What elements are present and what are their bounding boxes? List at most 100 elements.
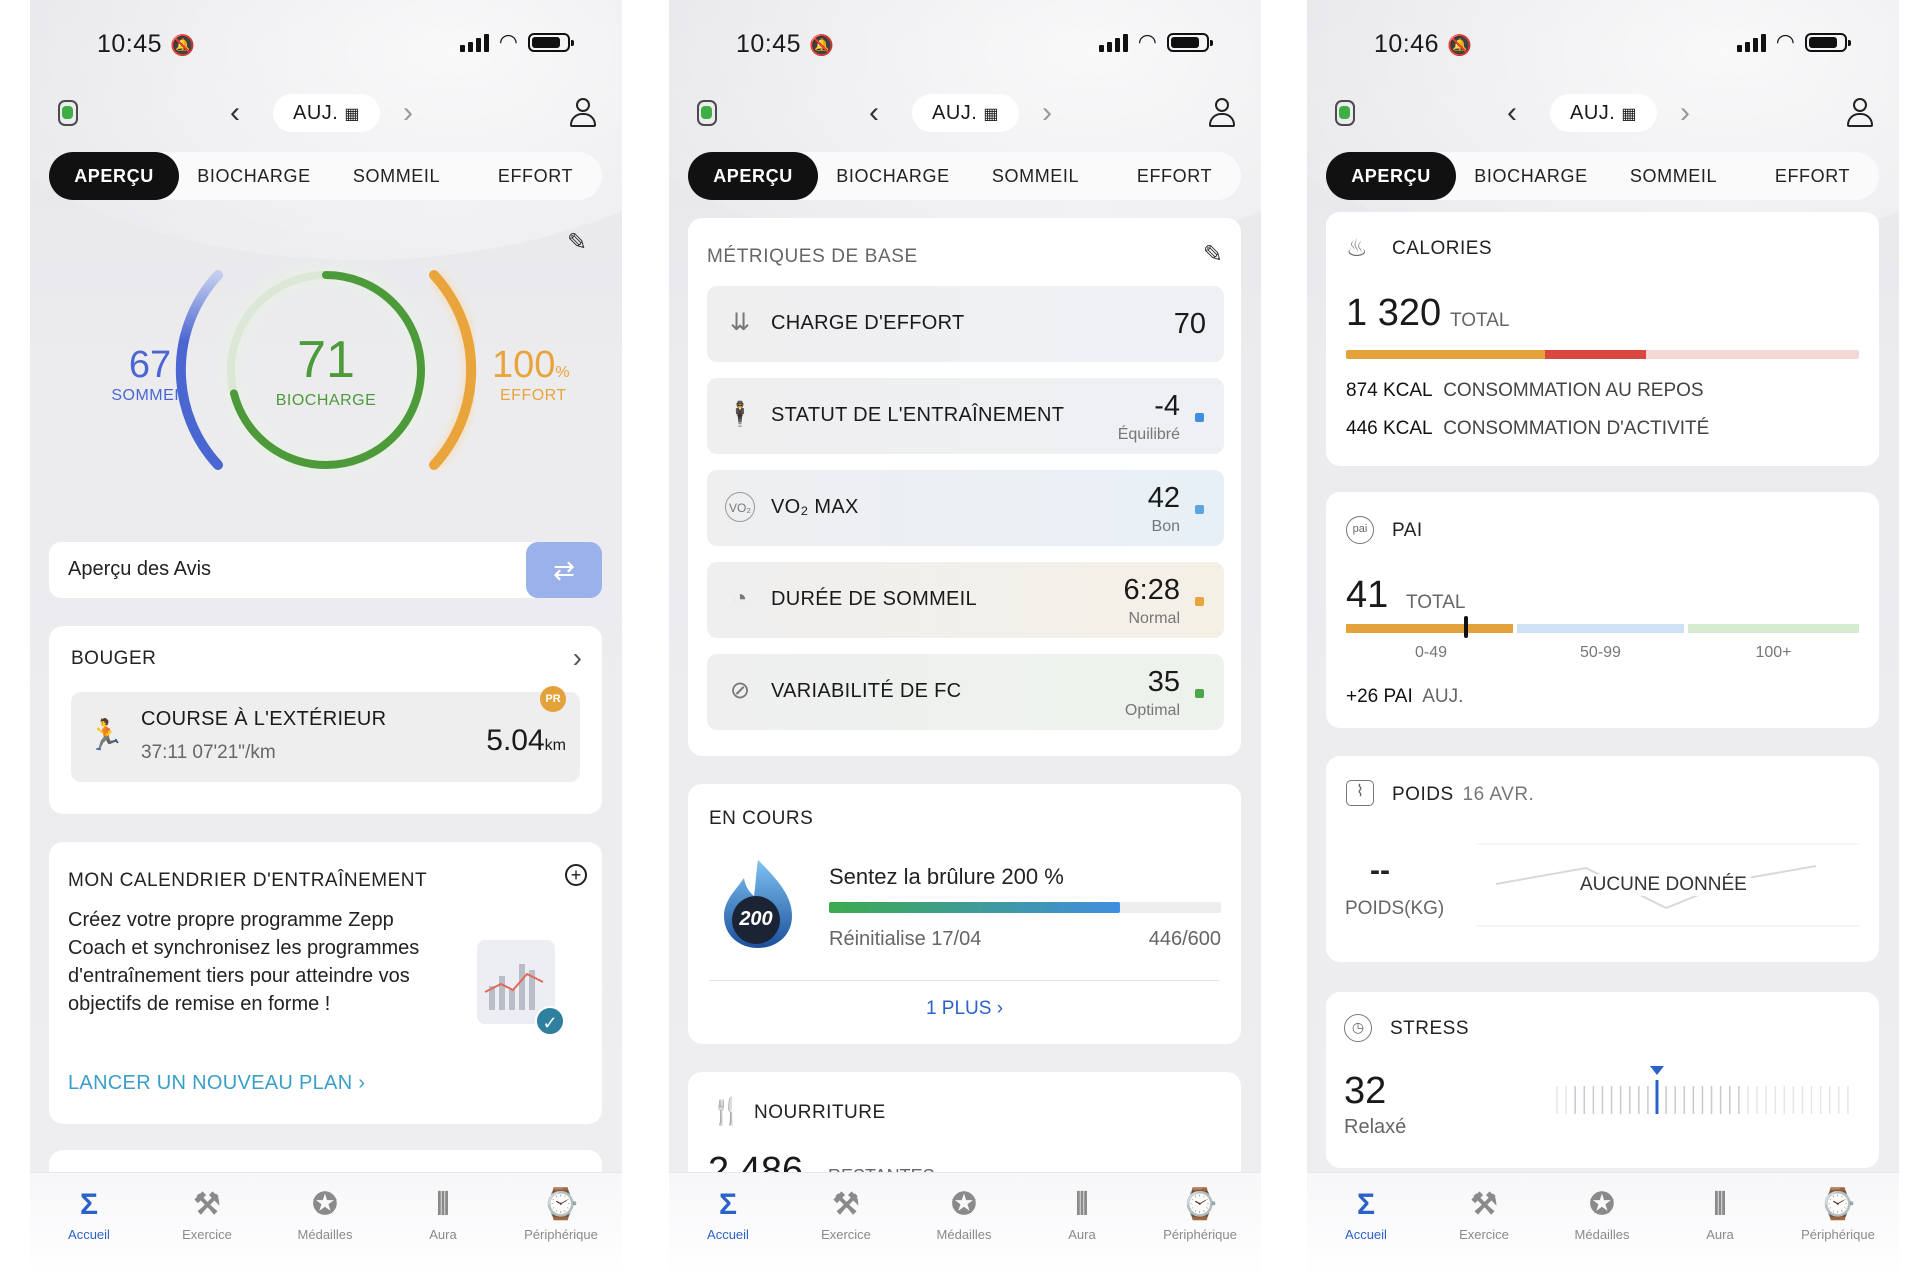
metric-hrv[interactable]: ⊘ VARIABILITÉ DE FC 35 Optimal: [707, 654, 1224, 730]
watch-icon[interactable]: [697, 100, 717, 126]
sleep-label: SOMMEIL: [111, 387, 189, 404]
previous-day-button[interactable]: ‹: [1507, 96, 1517, 130]
date-picker[interactable]: AUJ. ▦: [273, 94, 380, 132]
nav-aura[interactable]: ⦀ Aura: [1670, 1185, 1770, 1242]
swap-icon[interactable]: ⇄: [526, 542, 602, 598]
tab-apercu[interactable]: APERÇU: [688, 152, 818, 200]
edit-pencil-icon[interactable]: ✎: [1203, 240, 1223, 269]
date-picker[interactable]: AUJ. ▦: [912, 94, 1019, 132]
metric-status: Normal: [1128, 610, 1180, 627]
next-day-button[interactable]: ›: [1680, 96, 1690, 130]
status-bar: 10:45 🔕 ◠: [30, 26, 622, 62]
watch-icon[interactable]: [58, 100, 78, 126]
person-icon: 🕴: [725, 401, 755, 428]
nav-medailles[interactable]: ✪ Médailles: [275, 1185, 375, 1242]
sigma-icon: Σ: [718, 1188, 737, 1221]
bottom-nav: Σ Accueil ⚒ Exercice ✪ Médailles ⦀ Aura ⌚ Pér…: [30, 1172, 622, 1280]
nav-accueil[interactable]: Σ Accueil: [1316, 1185, 1416, 1242]
signal-icon: [1736, 32, 1766, 52]
nav-aura[interactable]: ⦀ Aura: [393, 1185, 493, 1242]
nav-exercice[interactable]: ⚒ Exercice: [796, 1185, 896, 1242]
previous-day-button[interactable]: ‹: [230, 96, 240, 130]
tab-effort[interactable]: EFFORT: [469, 152, 602, 200]
metric-status: Bon: [1151, 518, 1180, 535]
metric-training-status[interactable]: 🕴 STATUT DE L'ENTRAÎNEMENT -4 Équilibré: [707, 378, 1224, 454]
new-plan-link[interactable]: LANCER UN NOUVEAU PLAN ›: [68, 1072, 365, 1095]
effort-label: EFFORT: [500, 387, 567, 404]
weight-card[interactable]: ⌇ POIDS 16 AVR. -- POIDS(KG) AUCUNE DONN…: [1326, 756, 1879, 962]
metric-status: Optimal: [1124, 702, 1180, 719]
tab-sommeil[interactable]: SOMMEIL: [329, 152, 464, 200]
pai-bar-mid: [1517, 624, 1684, 633]
metric-training-load[interactable]: ⇊ CHARGE D'EFFORT 70: [707, 286, 1224, 362]
tab-effort[interactable]: EFFORT: [1746, 152, 1879, 200]
status-dot: [1195, 505, 1204, 514]
profile-icon[interactable]: [568, 98, 598, 128]
tab-apercu[interactable]: APERÇU: [49, 152, 179, 200]
pai-title: PAI: [1392, 520, 1423, 541]
calories-total: 1 320: [1346, 292, 1442, 334]
tab-effort[interactable]: EFFORT: [1108, 152, 1241, 200]
pai-icon: pai: [1346, 516, 1374, 544]
stress-gauge-icon: ◷: [1344, 1014, 1372, 1042]
nav-medailles[interactable]: ✪ Médailles: [1552, 1185, 1652, 1242]
more-link[interactable]: 1 PLUS ›: [688, 998, 1241, 1020]
tab-biocharge[interactable]: BIOCHARGE: [184, 152, 324, 200]
add-plan-icon[interactable]: +: [565, 864, 587, 886]
pai-card[interactable]: pai PAI 41 TOTAL 0-49 50-99 100+ +26 PAI…: [1326, 492, 1879, 728]
chevron-right-icon[interactable]: ›: [573, 642, 582, 674]
bottom-nav: Σ Accueil ⚒ Exercice ✪ Médailles ⦀ Aura ⌚ Pér…: [1307, 1172, 1899, 1280]
profile-icon[interactable]: [1845, 98, 1875, 128]
aura-icon: ⦀: [1713, 1188, 1727, 1221]
effort-score: 100: [492, 344, 556, 386]
tab-sommeil[interactable]: SOMMEIL: [1606, 152, 1741, 200]
nav-accueil[interactable]: Σ Accueil: [39, 1185, 139, 1242]
next-day-button[interactable]: ›: [403, 96, 413, 130]
chevron-right-icon: ›: [996, 998, 1004, 1019]
watch-icon[interactable]: [1335, 100, 1355, 126]
date-picker[interactable]: AUJ. ▦: [1550, 94, 1657, 132]
heart-rate-icon: ⊘: [729, 677, 751, 704]
nav-exercice[interactable]: ⚒ Exercice: [1434, 1185, 1534, 1242]
ongoing-title: EN COURS: [709, 808, 814, 829]
sleep-clock-icon: ◔: [732, 585, 748, 612]
tab-sommeil[interactable]: SOMMEIL: [968, 152, 1103, 200]
metric-name: VO₂ MAX: [771, 496, 859, 518]
calendar-icon: ▦: [1621, 106, 1638, 123]
chart-illustration-icon: ✓: [477, 940, 565, 1036]
next-day-button[interactable]: ›: [1042, 96, 1052, 130]
profile-icon[interactable]: [1207, 98, 1237, 128]
nav-medailles[interactable]: ✪ Médailles: [914, 1185, 1014, 1242]
tab-biocharge[interactable]: BIOCHARGE: [1461, 152, 1601, 200]
stress-card[interactable]: ◷ STRESS 32 Relaxé: [1326, 992, 1879, 1168]
calories-bar-rest: [1346, 350, 1545, 359]
nav-peripherique[interactable]: ⌚ Périphérique: [1788, 1185, 1888, 1242]
calories-card[interactable]: ♨ CALORIES 1 320 TOTAL 874 KCAL CONSOMMA…: [1326, 212, 1879, 466]
nav-exercice[interactable]: ⚒ Exercice: [157, 1185, 257, 1242]
weight-header: POIDS 16 AVR.: [1392, 784, 1535, 805]
tab-biocharge[interactable]: BIOCHARGE: [823, 152, 963, 200]
challenge-progress-text: 446/600: [1148, 928, 1221, 950]
stress-title: STRESS: [1390, 1018, 1470, 1039]
tab-apercu[interactable]: APERÇU: [1326, 152, 1456, 200]
nav-aura[interactable]: ⦀ Aura: [1032, 1185, 1132, 1242]
training-calendar-title: MON CALENDRIER D'ENTRAÎNEMENT: [68, 870, 428, 891]
ongoing-card: EN COURS 200 Sentez la brûlure 200 % Réi…: [688, 784, 1241, 1044]
move-card[interactable]: BOUGER › 🏃 COURSE À L'EXTÉRIEUR 37:11 07…: [49, 626, 602, 814]
pai-bar-high: [1688, 624, 1859, 633]
wifi-icon: ◠: [1137, 29, 1157, 54]
nav-peripherique[interactable]: ⌚ Périphérique: [1150, 1185, 1250, 1242]
device-icon: ⌚: [1819, 1188, 1857, 1221]
nav-peripherique[interactable]: ⌚ Périphérique: [511, 1185, 611, 1242]
status-bar: 10:45 🔕 ◠: [669, 26, 1261, 62]
pai-total: 41: [1346, 574, 1389, 616]
nav-accueil[interactable]: Σ Accueil: [678, 1185, 778, 1242]
battery-icon: [1167, 32, 1213, 52]
activity-row[interactable]: 🏃 COURSE À L'EXTÉRIEUR 37:11 07'21"/km 5…: [71, 686, 580, 782]
rest-consumption: 874 KCAL CONSOMMATION AU REPOS: [1346, 380, 1704, 401]
previous-day-button[interactable]: ‹: [869, 96, 879, 130]
feedback-overview-bar[interactable]: Aperçu des Avis ⇄: [49, 542, 602, 598]
metric-vo2max[interactable]: VO₂ VO₂ MAX 42 Bon: [707, 470, 1224, 546]
metric-sleep-duration[interactable]: ◔ DURÉE DE SOMMEIL 6:28 Normal: [707, 562, 1224, 638]
battery-icon: [528, 32, 574, 52]
